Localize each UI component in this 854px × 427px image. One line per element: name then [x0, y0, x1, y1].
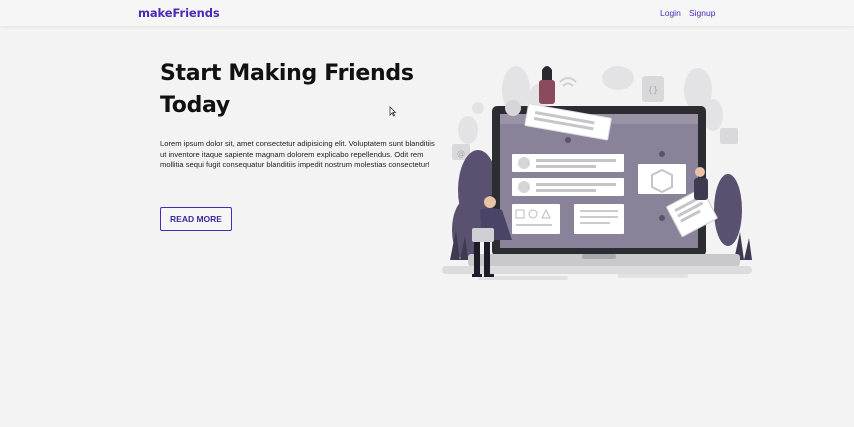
hero-description: Lorem ipsum dolor sit, amet consectetur …	[160, 139, 435, 169]
svg-text:@: @	[457, 149, 465, 158]
mouse-cursor-icon	[389, 106, 397, 117]
navbar: makeFriends Login Signup	[0, 0, 854, 26]
read-more-button[interactable]: READ MORE	[160, 207, 232, 231]
svg-text:{}: {}	[648, 86, 659, 96]
hero-illustration: {} @	[442, 66, 752, 280]
nav-signup-link[interactable]: Signup	[689, 8, 715, 18]
hero-title: Start Making Friends Today	[160, 61, 414, 118]
brand-logo[interactable]: makeFriends	[138, 6, 220, 20]
nav-login-link[interactable]: Login	[660, 8, 681, 18]
